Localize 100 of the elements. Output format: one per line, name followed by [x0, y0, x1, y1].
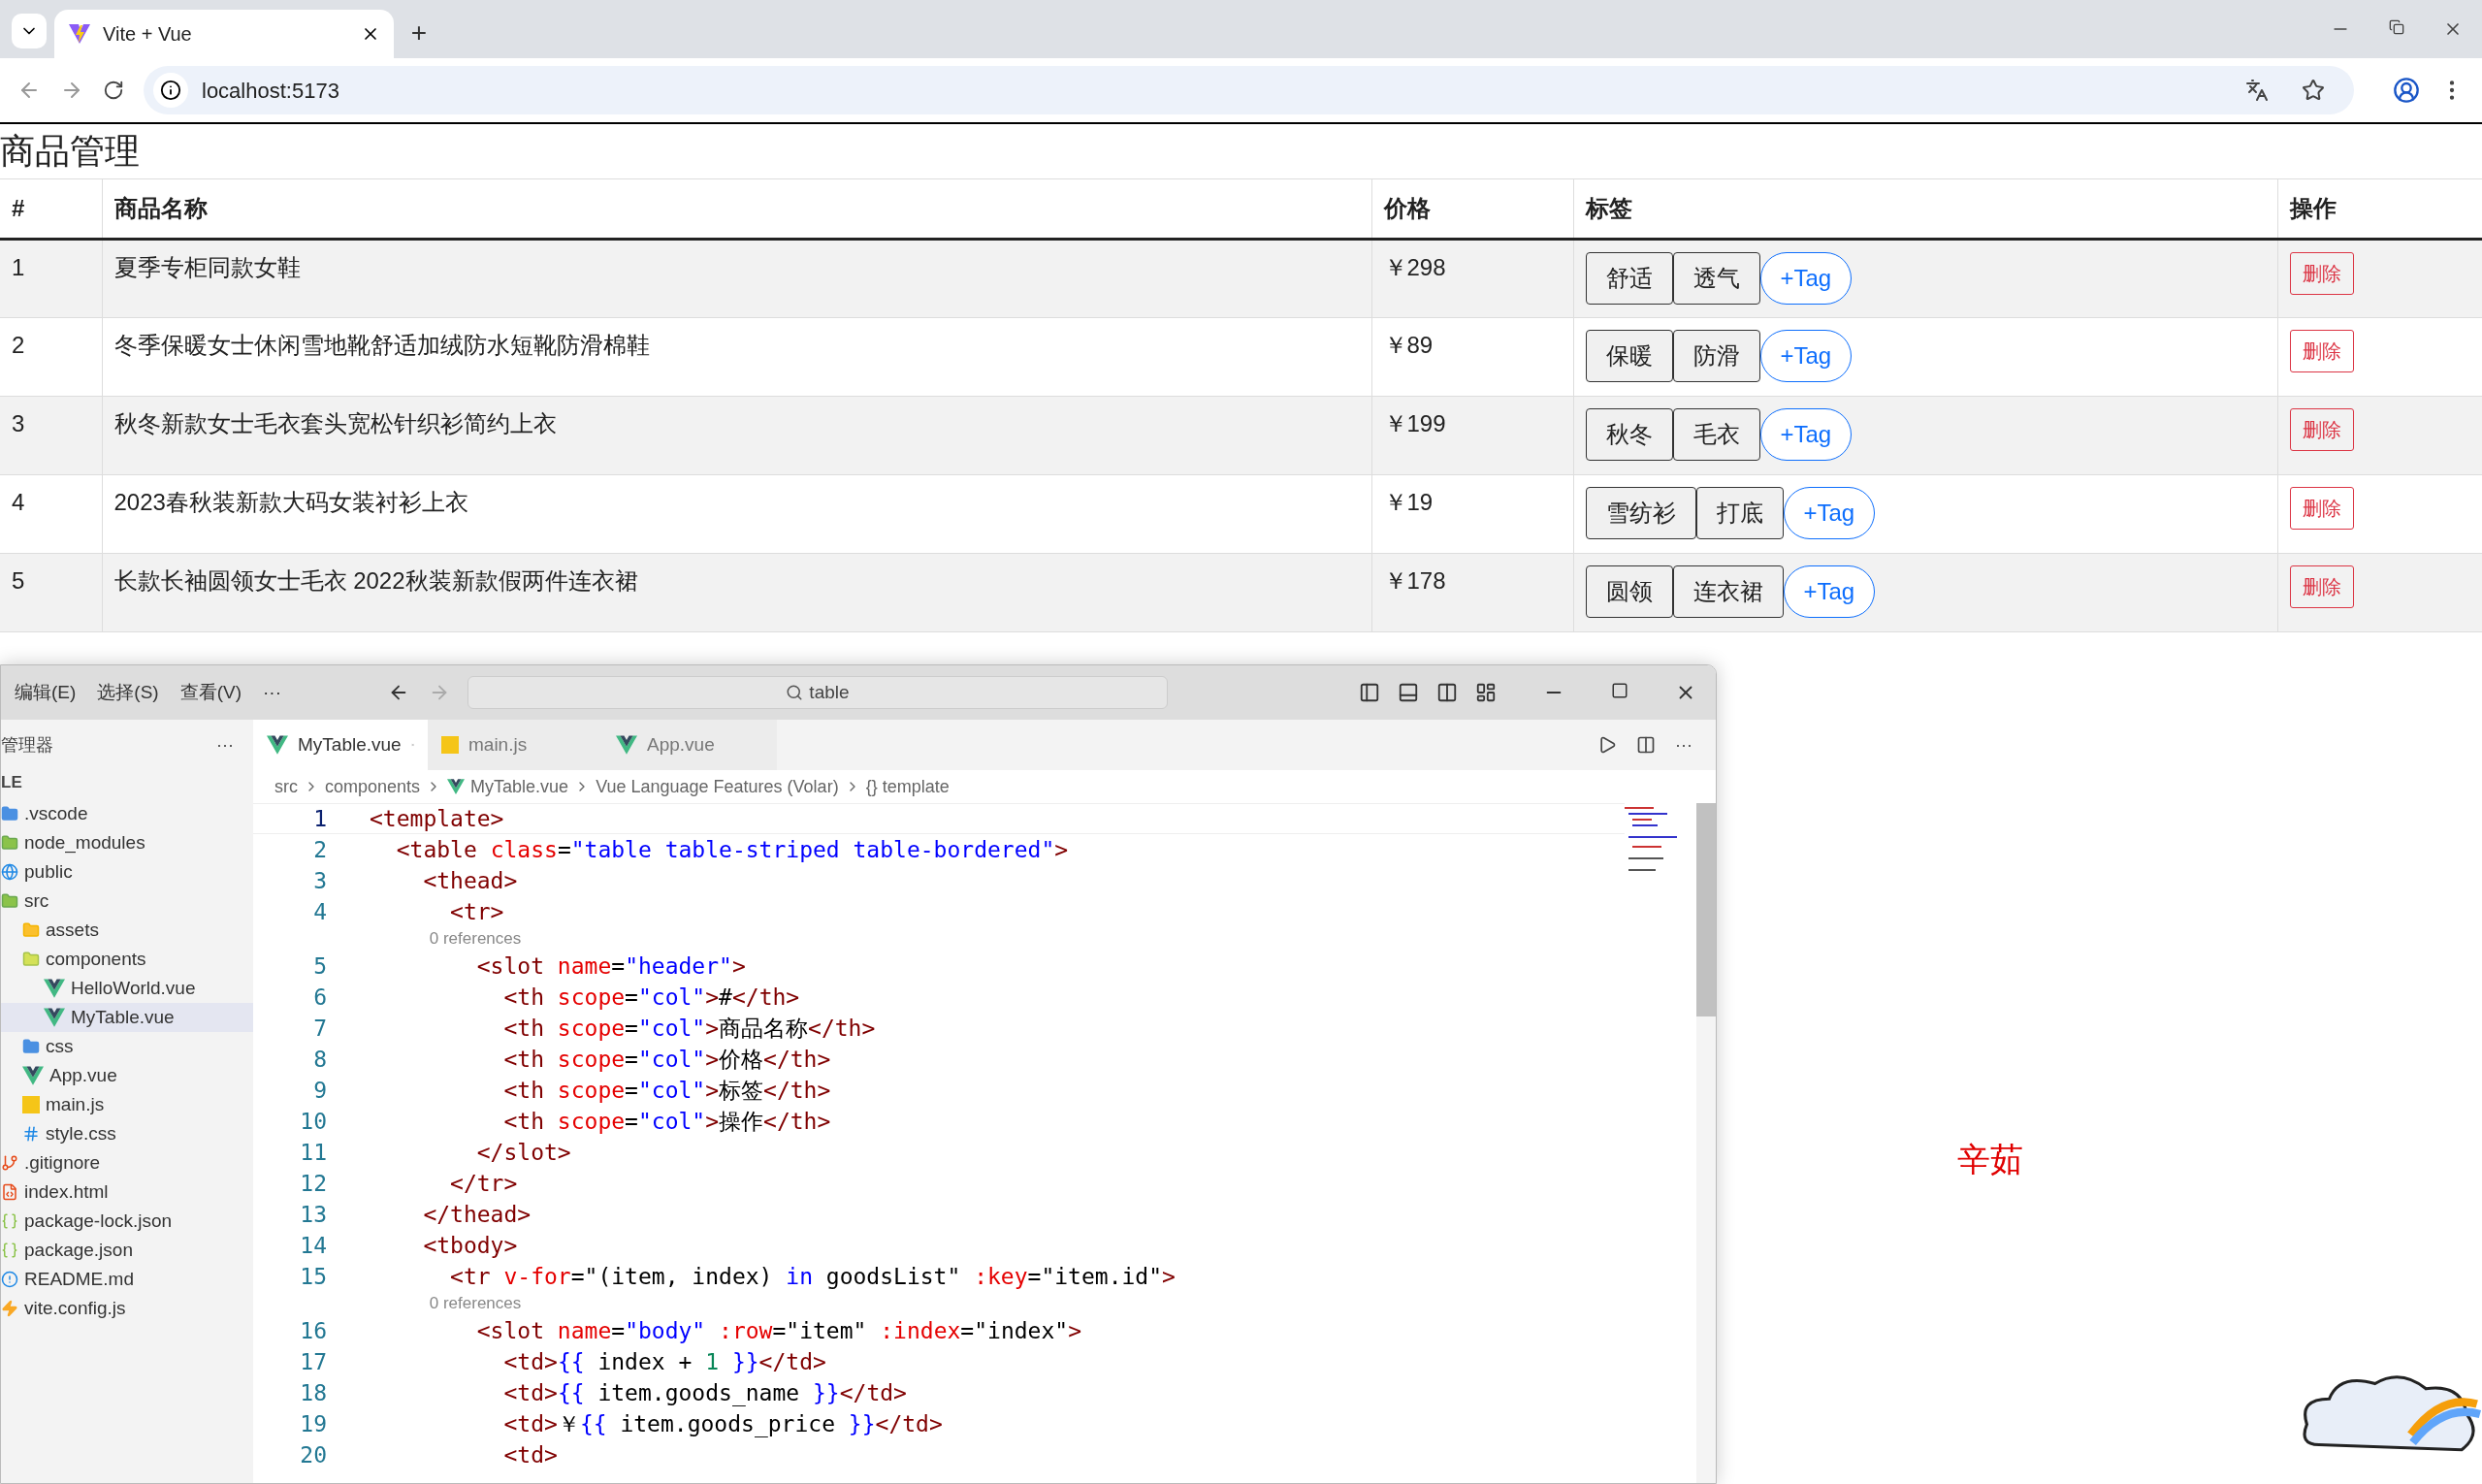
bookmark-star-icon[interactable] [2302, 79, 2325, 102]
table-cell: ￥19 [1371, 474, 1573, 554]
delete-button[interactable]: 删除 [2289, 565, 2354, 608]
file-tree-item[interactable]: vite.config.js [1, 1294, 253, 1323]
more-actions-button[interactable]: ··· [1675, 731, 1692, 758]
scrollbar-thumb[interactable] [1696, 803, 1716, 1016]
layout-icon[interactable] [1475, 682, 1497, 703]
tag-button[interactable]: 透气 [1672, 252, 1760, 305]
tag-button[interactable]: 毛衣 [1672, 408, 1760, 461]
file-tree-item[interactable]: src [1, 887, 253, 916]
add-tag-button[interactable]: +Tag [1783, 487, 1876, 539]
add-tag-button[interactable]: +Tag [1783, 565, 1876, 618]
menu-item[interactable]: ··· [263, 678, 281, 707]
file-tree-item[interactable]: .gitignore [1, 1148, 253, 1178]
file-tree-item[interactable]: App.vue [1, 1061, 253, 1090]
column-header: 商品名称 [102, 178, 1371, 240]
file-tree-item[interactable]: style.css [1, 1119, 253, 1148]
vue-logo-icon [267, 735, 288, 755]
code-lens-text[interactable]: 0 references [350, 1291, 522, 1316]
tag-button[interactable]: 雪纺衫 [1585, 487, 1696, 539]
reload-icon[interactable] [103, 80, 124, 101]
tag-button[interactable]: 防滑 [1672, 330, 1760, 382]
editor-tab[interactable]: App.vue [602, 720, 777, 770]
file-tree-item[interactable]: assets [1, 916, 253, 945]
file-tree-item[interactable]: HelloWorld.vue [1, 974, 253, 1003]
breadcrumb-item[interactable]: Vue Language Features (Volar) [596, 773, 839, 800]
info-icon [1, 1271, 18, 1288]
file-tree-item[interactable]: package.json [1, 1236, 253, 1265]
file-tree-item[interactable]: main.js [1, 1090, 253, 1119]
table-cell: 3 [0, 396, 102, 475]
breadcrumb-item[interactable]: components [325, 773, 421, 800]
table-cell: 2023春秋装新款大码女装衬衫上衣 [102, 474, 1371, 554]
file-tree-item[interactable]: css [1, 1032, 253, 1061]
command-search-field[interactable]: table [467, 676, 1168, 709]
add-tag-button[interactable]: +Tag [1759, 252, 1853, 305]
editor-tab[interactable]: MyTable.vue [253, 720, 428, 770]
split-layout-icon[interactable] [1436, 682, 1458, 703]
code-lens-text[interactable]: 0 references [350, 926, 522, 952]
split-editor-icon[interactable] [1636, 735, 1656, 755]
file-tree-item[interactable]: README.md [1, 1265, 253, 1294]
breadcrumb-item[interactable]: src [274, 773, 298, 800]
menu-item[interactable]: 查看(V) [179, 678, 242, 707]
git-icon [1, 1154, 18, 1172]
vue-logo-icon [447, 779, 466, 794]
tag-button[interactable]: 连衣裙 [1672, 565, 1784, 618]
table-cell: ￥178 [1371, 553, 1573, 632]
panel-toggle-icon[interactable] [1398, 682, 1419, 703]
delete-button[interactable]: 删除 [2289, 252, 2354, 295]
line-number: 6 [312, 983, 327, 1012]
code-line: <th scope="col">商品名称</th> [502, 1014, 876, 1043]
address-bar[interactable]: localhost:5173 [144, 66, 2354, 114]
vue-logo-icon [616, 735, 637, 755]
file-tree-item[interactable]: public [1, 857, 253, 887]
line-number: 1 [312, 804, 327, 833]
browser-tab[interactable]: Vite + Vue [54, 10, 394, 58]
restore-icon[interactable] [2389, 19, 2404, 35]
tag-button[interactable]: 舒适 [1585, 252, 1673, 305]
menu-item[interactable]: 编辑(E) [15, 678, 77, 707]
code-line: <th scope="col">#</th> [502, 983, 800, 1012]
line-number: 2 [312, 835, 327, 864]
code-line: <td>￥{{ item.goods_price }}</td> [502, 1409, 943, 1439]
folder-icon [1, 892, 18, 910]
line-number: 18 [299, 1378, 327, 1407]
code-line: <table class="table table-striped table-bordered"> [395, 835, 1069, 864]
file-tree-item[interactable]: components [1, 945, 253, 974]
file-tree-item[interactable]: index.html [1, 1178, 253, 1207]
vue-logo-icon [44, 979, 65, 998]
bolt-icon [1, 1300, 18, 1317]
delete-button[interactable]: 删除 [2289, 408, 2354, 451]
file-tree-item[interactable]: .vscode [1, 799, 253, 828]
delete-button[interactable]: 删除 [2289, 487, 2354, 530]
css-file-icon [22, 1125, 40, 1143]
add-tag-button[interactable]: +Tag [1759, 408, 1853, 461]
translate-icon[interactable] [2245, 79, 2269, 102]
sidebar-toggle-icon[interactable] [1359, 682, 1380, 703]
tag-button[interactable]: 保暖 [1585, 330, 1673, 382]
folder-icon [22, 921, 40, 939]
editor-tab[interactable]: main.js [428, 720, 602, 770]
code-line: </slot> [475, 1138, 571, 1167]
menu-item[interactable]: 选择(S) [97, 678, 159, 707]
new-tab-button[interactable]: + [402, 16, 436, 50]
file-tree-item[interactable]: package-lock.json [1, 1207, 253, 1236]
code-line: <template> [369, 804, 504, 833]
tag-button[interactable]: 秋冬 [1585, 408, 1673, 461]
delete-button[interactable]: 删除 [2289, 330, 2354, 372]
code-line: <tr> [449, 897, 504, 926]
tag-button[interactable]: 打底 [1695, 487, 1784, 539]
profile-icon[interactable] [2393, 77, 2420, 104]
tag-button[interactable]: 圆领 [1585, 565, 1673, 618]
json-file-icon [1, 1212, 18, 1230]
maximize-icon[interactable] [1611, 682, 1628, 699]
add-tag-button[interactable]: +Tag [1759, 330, 1853, 382]
more-actions-button[interactable]: ··· [216, 731, 234, 758]
search-icon [786, 684, 804, 701]
breadcrumb-item[interactable]: {} template [865, 773, 950, 800]
breadcrumb-item[interactable]: MyTable.vue [470, 773, 569, 800]
file-tree-item[interactable]: node_modules [1, 828, 253, 857]
info-icon[interactable] [160, 80, 181, 101]
run-icon[interactable] [1597, 735, 1617, 755]
file-tree-item[interactable]: MyTable.vue [1, 1003, 253, 1032]
